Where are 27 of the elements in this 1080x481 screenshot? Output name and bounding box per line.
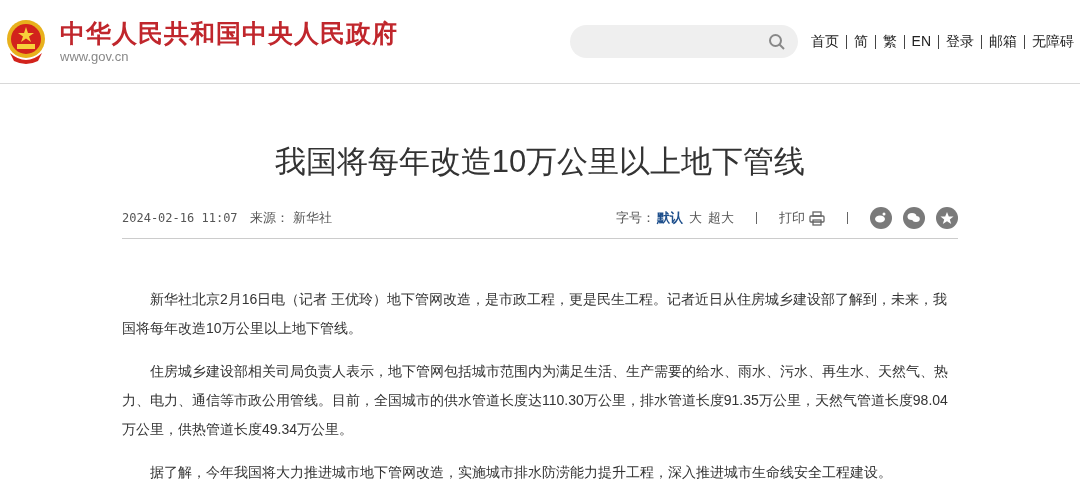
wechat-share-icon[interactable] [903,207,925,229]
article-paragraph: 新华社北京2月16日电（记者 王优玲）地下管网改造，是市政工程，更是民生工程。记者近日从住房城乡建设部了解到，未来，我国将每年改造10万公里以上地下管线。 [122,290,949,338]
nav-link[interactable]: 繁 [882,31,897,52]
nav-link[interactable]: 首页 [810,31,839,52]
printer-icon[interactable] [809,210,825,226]
publish-date: 2024-02-16 11:07 [122,210,238,227]
font-size-option[interactable]: 超大 [708,208,734,228]
source-name: 新华社 [292,209,332,228]
font-size-option[interactable]: 默认 [657,208,683,228]
nav-link[interactable]: EN [911,31,931,52]
weibo-share-icon[interactable] [870,207,892,229]
print-button[interactable]: 打印 [779,208,805,228]
article-paragraph: 据了解，今年我国将大力推进城市地下管网改造，实施城市排水防涝能力提升工程，深入推进城市生命线安全工程建设。 [149,463,893,481]
font-size-label: 字号： [616,209,655,228]
site-url: www.gov.cn [60,47,130,66]
font-size-option[interactable]: 大 [689,208,702,228]
article-title: 我国将每年改造10万公里以上地下管线 [273,143,807,181]
emblem-icon [4,18,48,65]
source-label: 来源： [249,209,289,228]
article-paragraph: 住房城乡建设部相关司局负责人表示，地下管网包括城市范围内为满足生活、生产需要的给水、雨水、污水、再生水、天然气、热力、电力、通信等市政公用管线。目前，全国城市的供水管道长度达110.30万公里，排水管道长度91.35万公里，天然气管道长度98.04万公里，供热管道长度49.34万公里。 [122,362,949,439]
nav-link[interactable]: 邮箱 [989,31,1017,52]
site-title: 中华人民共和国中央人民政府 [60,17,398,48]
search-field[interactable] [569,25,798,58]
search-icon[interactable] [767,32,786,51]
nav-link[interactable]: 登录 [946,31,974,52]
nav-link[interactable]: 简 [853,31,868,52]
nav-link[interactable]: 无障碍 [1032,31,1074,52]
